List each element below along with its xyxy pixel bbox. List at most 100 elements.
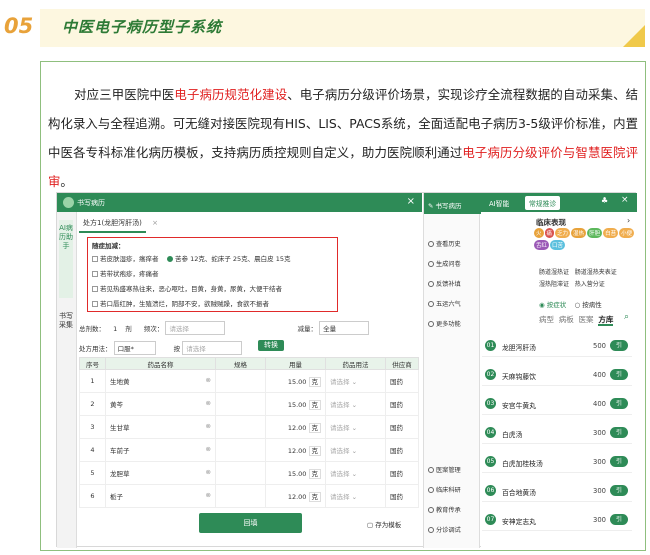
option-2[interactable]: 若带状疱疹，疼痛者 bbox=[92, 268, 159, 278]
dx-row-1: 肠道湿热证 肠道湿热夹表证 bbox=[539, 269, 617, 276]
table-row[interactable]: 4 车前子 ⊗ 12.00 克请选择 ⌄ 国药 bbox=[79, 438, 419, 462]
cell-dose[interactable]: 15.00 克 bbox=[265, 392, 326, 416]
cell-dose[interactable]: 12.00 克 bbox=[265, 484, 326, 508]
backfill-button[interactable]: 回填 bbox=[199, 513, 302, 533]
remove-icon[interactable]: ⊗ bbox=[206, 445, 211, 453]
symptom-tag[interactable]: 白苔 bbox=[603, 228, 619, 238]
menu-item-more[interactable]: 更多功能 bbox=[428, 319, 461, 328]
cite-button[interactable]: 引 bbox=[610, 485, 628, 496]
cite-button[interactable]: 引 bbox=[610, 427, 628, 438]
cite-button[interactable]: 引 bbox=[610, 514, 628, 525]
freq-select[interactable]: 请选择 bbox=[165, 321, 226, 335]
tab-ai[interactable]: AI智能 bbox=[489, 198, 509, 208]
search-icon[interactable]: ⌕ bbox=[624, 312, 629, 322]
cell-usage[interactable]: 请选择 ⌄ bbox=[325, 484, 386, 508]
cite-button[interactable]: 引 bbox=[610, 340, 628, 351]
bell-icon[interactable]: ♣ bbox=[601, 196, 608, 205]
checkbox-icon[interactable] bbox=[92, 301, 98, 307]
cell-name[interactable]: 龙胆草 ⊗ bbox=[105, 461, 216, 485]
symptom-tag[interactable]: 痛 bbox=[544, 228, 555, 238]
by-select[interactable]: 请选择 bbox=[182, 341, 243, 355]
reduce-select[interactable]: 全量 bbox=[319, 321, 370, 335]
cell-dose[interactable]: 15.00 克 bbox=[265, 369, 326, 393]
menu-item-wuyun[interactable]: 五运六气 bbox=[428, 299, 461, 308]
symptom-tag[interactable]: 湿热 bbox=[571, 228, 587, 238]
close-icon[interactable]: × bbox=[407, 196, 415, 207]
checkbox-icon[interactable] bbox=[92, 256, 98, 262]
cell-name[interactable]: 生地黄 ⊗ bbox=[105, 369, 216, 393]
symptom-tag[interactable]: 肝胆 bbox=[587, 228, 603, 238]
cell-usage[interactable]: 请选择 ⌄ bbox=[325, 369, 386, 393]
remove-icon[interactable]: ⊗ bbox=[206, 399, 211, 407]
total-value[interactable]: 1 bbox=[113, 325, 117, 333]
save-template-link[interactable]: ▢ 存为模板 bbox=[367, 519, 401, 529]
formula-row[interactable]: 04 白虎汤 300 引 bbox=[482, 422, 632, 444]
para-text-3: 。 bbox=[60, 174, 73, 189]
menu-item-education[interactable]: 教育传承 bbox=[428, 505, 461, 514]
remove-icon[interactable]: ⊗ bbox=[206, 422, 211, 430]
menu-item-history[interactable]: 查看历史 bbox=[428, 239, 461, 248]
mode-radios[interactable]: ◉ 按症状 ○ 按病性 bbox=[539, 299, 602, 309]
subtab-type[interactable]: 病型 bbox=[539, 315, 554, 324]
cell-usage[interactable]: 请选择 ⌄ bbox=[325, 461, 386, 485]
chevron-right-icon[interactable]: › bbox=[627, 216, 630, 225]
tab-close-icon[interactable]: × bbox=[148, 216, 162, 230]
option-4[interactable]: 若口唇红肿，生殖溃烂，阴部不安，欲贼贼躁，食欲不振者 bbox=[92, 298, 269, 308]
formula-row[interactable]: 03 安宫牛黄丸 400 引 bbox=[482, 393, 632, 415]
cell-dose[interactable]: 15.00 克 bbox=[265, 461, 326, 485]
cell-name[interactable]: 车前子 ⊗ bbox=[105, 438, 216, 462]
cite-button[interactable]: 引 bbox=[610, 456, 628, 467]
radio-icon[interactable] bbox=[167, 256, 173, 262]
formula-row[interactable]: 07 安神定志丸 300 引 bbox=[482, 509, 632, 531]
tab-prescription-1[interactable]: 处方1(龙胆泻肝汤) bbox=[79, 215, 146, 233]
left-sidebar: AI病历助手 书写采集 bbox=[57, 212, 77, 548]
menu-item-research[interactable]: 临床科研 bbox=[428, 485, 461, 494]
close-icon[interactable]: × bbox=[621, 195, 629, 205]
option-1-herbs[interactable]: 苦参 12克、蛇床子 25克、晨白皮 15克 bbox=[167, 253, 291, 263]
option-3[interactable]: 若见热盛寒热往来，恶心呕吐，目黄，身黄，尿黄，大便干结者 bbox=[92, 283, 282, 293]
menu-item-questionnaire[interactable]: 生成问卷 bbox=[428, 259, 461, 268]
usage-select[interactable]: 口服* bbox=[113, 341, 156, 355]
cite-button[interactable]: 引 bbox=[610, 369, 628, 380]
subtab-board[interactable]: 病板 bbox=[559, 315, 574, 324]
cell-usage[interactable]: 请选择 ⌄ bbox=[325, 392, 386, 416]
tab-regular[interactable]: 常规推诊 bbox=[525, 196, 561, 210]
remove-icon[interactable]: ⊗ bbox=[206, 468, 211, 476]
cell-usage[interactable]: 请选择 ⌄ bbox=[325, 415, 386, 439]
cite-button[interactable]: 引 bbox=[610, 398, 628, 409]
checkbox-icon[interactable] bbox=[92, 271, 98, 277]
table-row[interactable]: 5 龙胆草 ⊗ 15.00 克请选择 ⌄ 国药 bbox=[79, 461, 419, 485]
remove-icon[interactable]: ⊗ bbox=[206, 376, 211, 384]
formula-row[interactable]: 05 白虎加桂枝汤 300 引 bbox=[482, 451, 632, 473]
symptom-tag[interactable]: 小便 bbox=[619, 228, 635, 238]
table-row[interactable]: 6 栀子 ⊗ 12.00 克请选择 ⌄ 国药 bbox=[79, 484, 419, 508]
menu-item-feedback[interactable]: 反馈补填 bbox=[428, 279, 461, 288]
sidebar-tab-ai[interactable]: AI病历助手 bbox=[59, 220, 73, 298]
formula-row[interactable]: 01 龙胆泻肝汤 500 引 bbox=[482, 335, 632, 357]
cell-name[interactable]: 黄芩 ⊗ bbox=[105, 392, 216, 416]
table-row[interactable]: 3 生甘草 ⊗ 12.00 克请选择 ⌄ 国药 bbox=[79, 415, 419, 439]
convert-button[interactable]: 转换 bbox=[258, 340, 284, 351]
checkbox-icon[interactable] bbox=[92, 286, 98, 292]
cell-usage[interactable]: 请选择 ⌄ bbox=[325, 438, 386, 462]
menu-item-write[interactable]: ✎ 书写病历 bbox=[424, 193, 481, 214]
remove-icon[interactable]: ⊗ bbox=[206, 491, 211, 499]
cell-dose[interactable]: 12.00 克 bbox=[265, 438, 326, 462]
symptom-tag[interactable]: 舌红 bbox=[534, 240, 550, 250]
cell-name[interactable]: 生甘草 ⊗ bbox=[105, 415, 216, 439]
symptom-tag[interactable]: 口苦 bbox=[550, 240, 566, 250]
cell-name[interactable]: 栀子 ⊗ bbox=[105, 484, 216, 508]
cell-dose[interactable]: 12.00 克 bbox=[265, 415, 326, 439]
subtab-formula[interactable]: 方库 bbox=[598, 315, 614, 326]
subtab-cases[interactable]: 医案 bbox=[579, 315, 594, 324]
table-row[interactable]: 2 黄芩 ⊗ 15.00 克请选择 ⌄ 国药 bbox=[79, 392, 419, 416]
table-row[interactable]: 1 生地黄 ⊗ 15.00 克请选择 ⌄ 国药 bbox=[79, 369, 419, 393]
symptom-tag[interactable]: 火 bbox=[534, 228, 544, 238]
menu-item-cases[interactable]: 医案管理 bbox=[428, 465, 461, 474]
menu-item-triage[interactable]: 分诊调试 bbox=[428, 525, 461, 534]
symptom-tag[interactable]: 乏力 bbox=[555, 228, 571, 238]
formula-row[interactable]: 06 百合地黄汤 300 引 bbox=[482, 480, 632, 502]
formula-row[interactable]: 02 天麻钩藤饮 400 引 bbox=[482, 364, 632, 386]
option-1[interactable]: 若皮肤湿疹，瘙痒者 bbox=[92, 253, 159, 263]
sidebar-tab-collect[interactable]: 书写采集 bbox=[59, 308, 73, 368]
